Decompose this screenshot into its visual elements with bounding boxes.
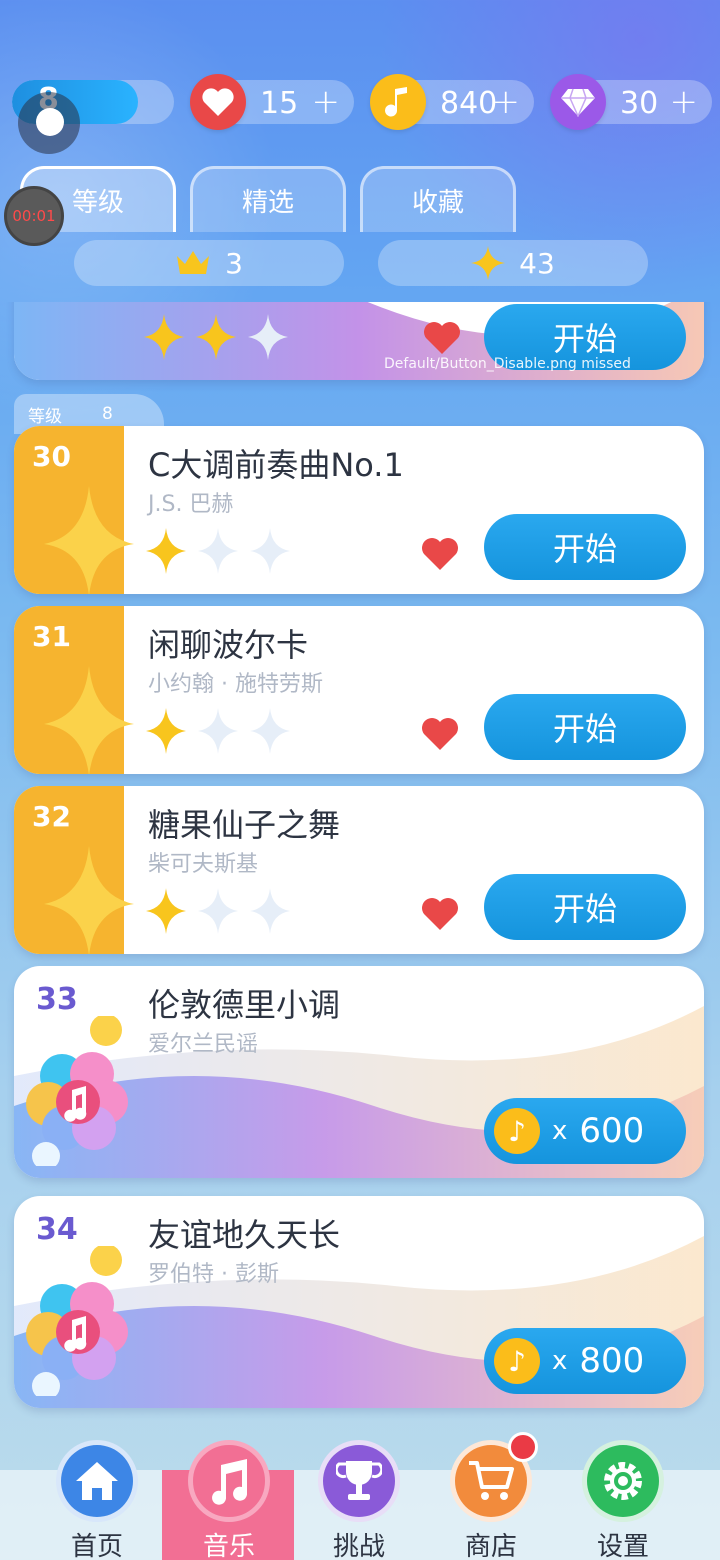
hearts-counter[interactable]: 15 + xyxy=(190,74,354,130)
music-note-icon xyxy=(370,74,426,130)
crown-count: 3 xyxy=(74,240,344,286)
unlock-price-button[interactable]: ♪ x 600 xyxy=(484,1098,686,1164)
sparkle-icon xyxy=(44,666,134,774)
song-list[interactable]: 开始 Default/Button_Disable.png missed 等级 … xyxy=(0,302,720,1422)
song-card[interactable]: 31 闲聊波尔卡 小约翰 · 施特劳斯 开始 xyxy=(14,606,704,774)
sparkle-star-icon xyxy=(471,246,506,280)
notes-counter[interactable]: 840 + xyxy=(370,74,534,130)
song-number: 33 xyxy=(36,982,78,1017)
nav-music-label: 音乐 xyxy=(202,1532,255,1560)
nav-challenge[interactable]: 挑战 xyxy=(304,1426,414,1560)
favorite-heart-icon[interactable] xyxy=(420,716,460,752)
favorite-heart-icon[interactable] xyxy=(420,896,460,932)
music-flower-badge-icon xyxy=(26,1016,128,1166)
song-artist: J.S. 巴赫 xyxy=(148,492,234,517)
resource-bar: 8 15 + 840 + 30 + xyxy=(0,74,720,130)
add-hearts-button[interactable]: + xyxy=(312,82,341,122)
song-artist: 柴可夫斯基 xyxy=(148,852,259,877)
song-number: 30 xyxy=(32,440,71,473)
song-card[interactable]: 30 C大调前奏曲No.1 J.S. 巴赫 开始 xyxy=(14,426,704,594)
add-notes-button[interactable]: + xyxy=(492,82,521,122)
song-title: 友谊地久天长 xyxy=(148,1216,341,1254)
song-number: 32 xyxy=(32,800,71,833)
song-number-column: 31 xyxy=(14,606,134,774)
hearts-value: 15 xyxy=(260,86,299,121)
song-artist: 罗伯特 · 彭斯 xyxy=(148,1262,279,1287)
missing-asset-note: Default/Button_Disable.png missed xyxy=(384,356,631,372)
song-stars-rating xyxy=(146,528,290,574)
tab-favorites[interactable]: 收藏 xyxy=(360,166,516,232)
song-stars-rating xyxy=(146,708,290,754)
partial-song-card[interactable]: 开始 Default/Button_Disable.png missed xyxy=(14,302,704,380)
gems-counter[interactable]: 30 + xyxy=(550,74,712,130)
start-button[interactable]: 开始 xyxy=(484,874,686,940)
unlock-price-button[interactable]: ♪ x 800 xyxy=(484,1328,686,1394)
heart-icon xyxy=(190,74,246,130)
music-note-coin-icon: ♪ xyxy=(494,1108,540,1154)
song-artist: 小约翰 · 施特劳斯 xyxy=(148,672,323,697)
sparkle-icon xyxy=(44,846,134,954)
start-button[interactable]: 开始 xyxy=(484,514,686,580)
level-group-number: 8 xyxy=(102,404,113,424)
song-title: 糖果仙子之舞 xyxy=(148,806,341,844)
song-number-column: 32 xyxy=(14,786,134,954)
song-stars-rating xyxy=(146,888,290,934)
locked-song-card[interactable]: 33 伦敦德里小调 爱尔兰民谣 ♪ x 600 xyxy=(14,966,704,1178)
floating-assist-button[interactable] xyxy=(18,92,80,154)
screen-record-timer[interactable]: 00:01 xyxy=(4,186,64,246)
song-number: 34 xyxy=(36,1212,78,1247)
price-multiplier: x xyxy=(552,1116,568,1146)
music-flower-badge-icon xyxy=(26,1246,128,1396)
nav-home-label: 首页 xyxy=(70,1532,123,1560)
gems-value: 30 xyxy=(620,86,659,121)
start-button[interactable]: 开始 xyxy=(484,694,686,760)
nav-settings[interactable]: 设置 xyxy=(568,1426,678,1560)
nav-settings-label: 设置 xyxy=(596,1532,649,1560)
level-group-label: 等级 xyxy=(28,406,62,427)
star-count: 43 xyxy=(378,240,648,286)
nav-challenge-label: 挑战 xyxy=(332,1532,385,1560)
crown-count-value: 3 xyxy=(225,246,243,280)
home-icon xyxy=(56,1440,138,1522)
price-multiplier: x xyxy=(552,1346,568,1376)
crown-icon xyxy=(177,251,210,274)
song-number-column: 30 xyxy=(14,426,134,594)
music-note-icon xyxy=(188,1440,270,1522)
favorite-heart-icon[interactable] xyxy=(422,320,462,356)
nav-shop-label: 商店 xyxy=(464,1532,517,1560)
nav-music[interactable]: 音乐 xyxy=(174,1426,284,1560)
music-note-coin-icon: ♪ xyxy=(494,1338,540,1384)
locked-song-card[interactable]: 34 友谊地久天长 罗伯特 · 彭斯 ♪ x 800 xyxy=(14,1196,704,1408)
partial-card-stars xyxy=(144,314,288,360)
shop-notification-badge xyxy=(508,1432,538,1462)
song-title: 闲聊波尔卡 xyxy=(148,626,309,664)
price-value: 600 xyxy=(579,1111,645,1151)
notes-value: 840 xyxy=(440,86,498,121)
song-artist: 爱尔兰民谣 xyxy=(148,1032,259,1057)
trophy-icon xyxy=(318,1440,400,1522)
favorite-heart-icon[interactable] xyxy=(420,536,460,572)
song-title: 伦敦德里小调 xyxy=(148,986,341,1024)
add-gems-button[interactable]: + xyxy=(670,82,699,122)
price-value: 800 xyxy=(579,1341,645,1381)
tab-featured[interactable]: 精选 xyxy=(190,166,346,232)
song-title: C大调前奏曲No.1 xyxy=(148,446,404,484)
nav-home[interactable]: 首页 xyxy=(42,1426,152,1560)
song-number: 31 xyxy=(32,620,71,653)
diamond-icon xyxy=(550,74,606,130)
gear-icon xyxy=(582,1440,664,1522)
sparkle-icon xyxy=(44,486,134,594)
song-card[interactable]: 32 糖果仙子之舞 柴可夫斯基 开始 xyxy=(14,786,704,954)
star-count-value: 43 xyxy=(519,246,555,280)
